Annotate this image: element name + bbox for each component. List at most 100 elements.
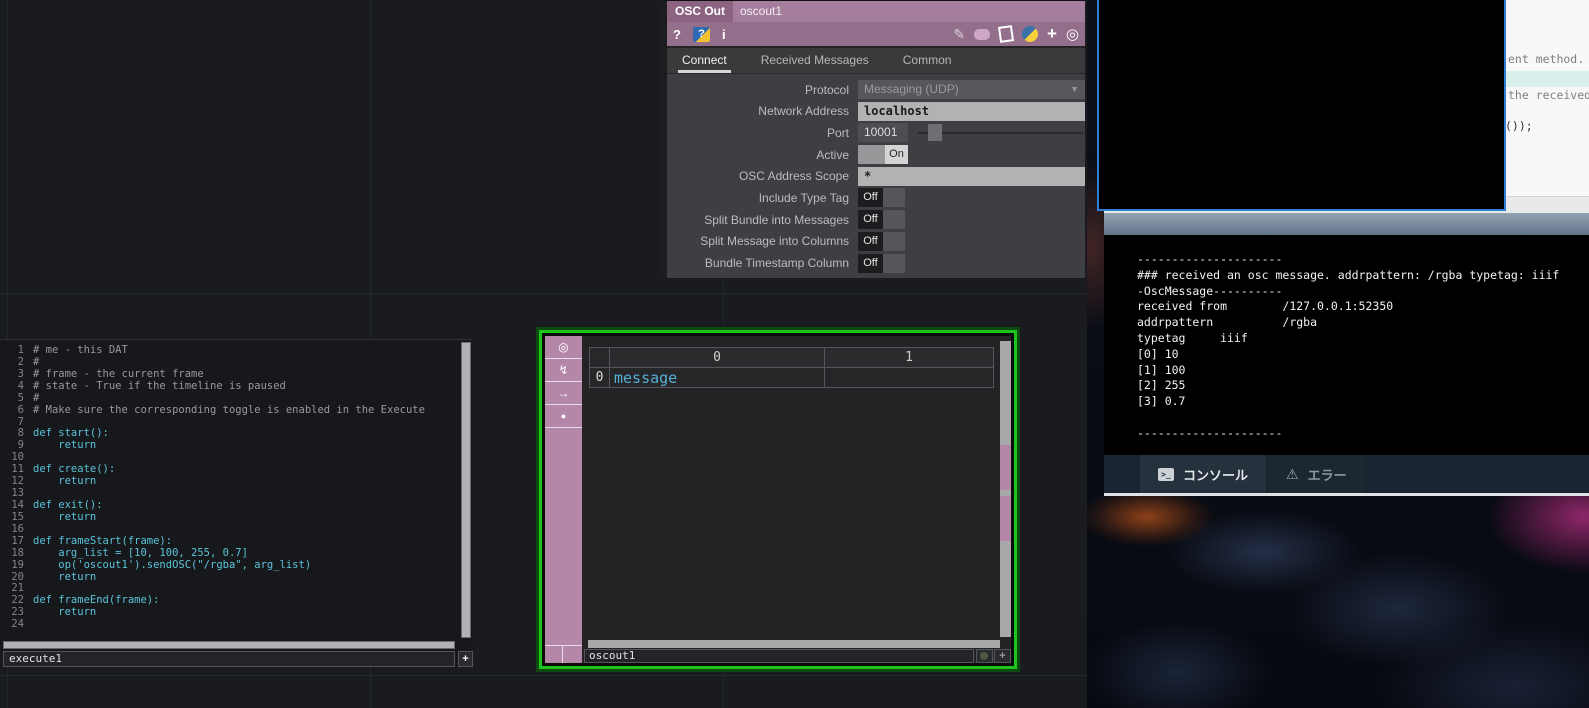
viewer-lightning-icon[interactable]: ↯ [545,359,582,382]
info-icon[interactable]: i [722,27,726,42]
line-number: 18 [11,546,24,559]
viewer-drop-icon[interactable]: ● [545,405,582,428]
column-header-1[interactable]: 1 [824,347,994,368]
operator-name-field[interactable]: oscout1 [733,1,1085,22]
code-line: 16 [0,523,456,536]
viewer-vertical-scrollbar[interactable] [1000,341,1011,637]
help-icon[interactable]: ? [673,27,681,42]
tab-received-messages[interactable]: Received Messages [757,53,873,73]
code-line: 5 # [0,392,456,405]
toggle-state-label[interactable]: On [885,145,908,165]
code-line: 6 # Make sure the corresponding toggle is… [0,403,456,417]
toggle-knob[interactable] [883,231,905,251]
processing-console[interactable]: --------------------- ### received an os… [1104,235,1589,455]
desktop-right-region: ent method. the received ()); ----------… [1087,0,1589,708]
bullseye-icon[interactable]: ◎ [1066,25,1079,43]
viewer-horizontal-scrollbar[interactable] [588,640,1000,648]
editor-name-bar: execute1 + [3,651,473,667]
edit-pencil-icon[interactable]: ✎ [953,26,965,43]
editor-op-name-field[interactable]: execute1 [3,651,455,667]
viewer-status-dot-button[interactable] [976,649,993,663]
param-row: Bundle Timestamp Column Off [667,253,1085,273]
editor-vertical-scrollbar[interactable] [461,342,471,638]
line-number: 1 [17,345,24,356]
chevron-down-icon: ▼ [1070,84,1079,94]
dat-table[interactable]: 0 1 0 message [589,347,994,388]
table-row[interactable]: 0 message [589,367,994,388]
text-field[interactable]: localhost [858,101,1085,121]
code-text: # Make sure the corresponding toggle is … [33,403,425,416]
viewer-record-icon[interactable]: ◎ [545,336,582,359]
param-label: Active [816,147,849,162]
line-number: 3 [17,367,24,380]
toggle-state-label[interactable]: Off [858,231,883,251]
oscout1-node-viewer-selected[interactable]: ◎ ↯ → ● 0 1 0 message oscout1 + [536,327,1020,672]
toggle-state-label[interactable]: Off [858,210,883,230]
text-field[interactable]: * [858,166,1085,186]
slider-track [918,132,1083,135]
table-corner-cell [589,347,610,368]
dialog-titlebar[interactable]: OSC Out oscout1 [667,1,1085,22]
toggle-knob[interactable] [883,188,905,208]
line-number: 8 [17,427,24,440]
comment-bubble-icon[interactable] [973,28,990,40]
dat-text-editor-pane[interactable]: 1 # me - this DAT 2 #3 # frame - the current… [0,339,473,667]
column-header-0[interactable]: 0 [609,347,825,368]
row-header[interactable]: 0 [589,367,610,388]
param-row: Split Message into Columns Off [667,231,1085,251]
python-code-lines[interactable]: 1 # me - this DAT 2 #3 # frame - the current… [0,345,456,638]
number-field[interactable]: 10001 [858,123,908,143]
param-row: Include Type Tag Off [667,188,1085,208]
selection-border: ◎ ↯ → ● 0 1 0 message oscout1 + [539,330,1017,669]
viewer-add-button[interactable]: + [994,649,1011,663]
warning-icon: ⚠ [1286,465,1299,482]
editor-add-button[interactable]: + [458,651,473,667]
editor-console-divider[interactable] [1104,213,1589,235]
viewer-arrow-icon[interactable]: → [545,382,582,405]
param-row: Split Bundle into Messages Off [667,210,1085,230]
scrollbar-pink-segment[interactable] [1000,445,1011,490]
param-label: Bundle Timestamp Column [704,256,849,270]
code-text: return [33,475,97,488]
tab-connect[interactable]: Connect [678,53,731,73]
param-label: Network Address [758,104,849,119]
param-label: Port [826,125,849,140]
python-expressions-icon[interactable] [1021,26,1038,42]
processing-sketch-output-window[interactable] [1097,0,1506,211]
copy-parameters-icon[interactable] [997,25,1015,43]
console-tab-bar: >_ コンソール ⚠ エラー [1104,455,1589,493]
table-cell[interactable] [824,367,994,388]
toggle-state-label[interactable]: Off [858,253,883,273]
python-logo-shape [1021,26,1038,42]
tab-errors[interactable]: ⚠ エラー [1268,455,1365,493]
toggle-track[interactable] [858,145,885,165]
code-line: 4 # state - True if the timeline is pause… [0,379,456,393]
slider-handle[interactable] [928,124,942,142]
viewer-op-name-field[interactable]: oscout1 [584,649,974,663]
toggle-knob[interactable] [883,253,905,273]
table-cell[interactable]: message [609,367,825,388]
python-help-icon[interactable]: ? [692,26,710,42]
console-output: --------------------- ### received an os… [1137,252,1560,440]
line-number: 2 [17,355,24,368]
tab-label: エラー [1307,467,1347,483]
code-line: 1 # me - this DAT [0,345,456,357]
toggle-state-label[interactable]: Off [858,188,883,208]
tab-common[interactable]: Common [899,53,956,73]
parameter-dialog-oscout: OSC Out oscout1 ? ? i ✎ + ◎ Connect Recei… [661,0,1085,278]
editor-horizontal-scrollbar[interactable] [3,641,455,649]
grid-line [0,293,1087,294]
protocol-dropdown[interactable]: Messaging (UDP) ▼ [858,80,1085,99]
param-row: Port 10001 [667,123,1085,143]
scrollbar-pink-segment[interactable] [1000,496,1011,541]
toggle-knob[interactable] [883,210,905,230]
tab-console[interactable]: >_ コンソール [1140,455,1267,493]
param-value: Off [858,231,1085,251]
value-slider[interactable] [918,123,1085,142]
add-parameter-page-icon[interactable]: + [1047,24,1057,44]
code-text: return [33,570,97,583]
line-number: 4 [17,379,24,392]
parameter-tabs: Connect Received Messages Common [667,48,1085,74]
editor-text-fragment: the received [1508,88,1589,102]
screen: OSC Out oscout1 ? ? i ✎ + ◎ Connect Recei… [0,0,1589,708]
